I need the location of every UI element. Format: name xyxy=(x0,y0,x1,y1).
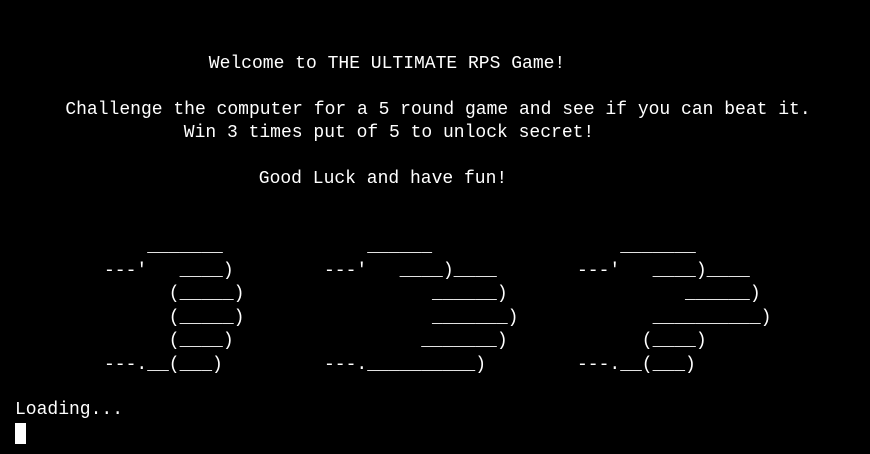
rock-hand-ascii-art: _______ ---' ____) (_____) (_____) (____… xyxy=(104,237,245,375)
win-condition-message: Win 3 times put of 5 to unlock secret! xyxy=(183,123,595,143)
challenge-message: Challenge the computer for a 5 round gam… xyxy=(65,100,811,120)
terminal-cursor[interactable] xyxy=(15,423,26,444)
scissors-hand-ascii-art: _______ ---' ____)____ ______) _________… xyxy=(577,237,772,375)
paper-hand-ascii-art: ______ ---' ____)____ ______) _______) _… xyxy=(324,237,519,375)
loading-status: Loading... xyxy=(15,400,124,420)
welcome-message: Welcome to THE ULTIMATE RPS Game! xyxy=(208,54,566,74)
good-luck-message: Good Luck and have fun! xyxy=(258,169,508,189)
